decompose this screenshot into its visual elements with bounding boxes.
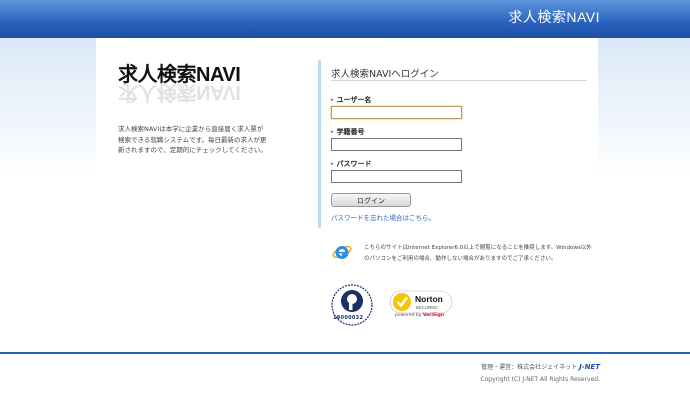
norton-label: Norton [415, 294, 443, 304]
privacy-mark-number: 19000032 [333, 315, 364, 321]
internet-explorer-icon [332, 245, 352, 259]
triangle-bullet-icon: ▸ [331, 97, 334, 103]
browser-notice: こちらのサイトはInternet Explorer6.0以上で閲覧になることを推… [364, 245, 592, 262]
triangle-bullet-icon: ▸ [331, 161, 334, 167]
username-label: ▸ ユーザー名 [331, 96, 372, 104]
login-title-underline [331, 80, 587, 81]
site-logo-reflection: 求人検索NAVI [118, 81, 241, 103]
password-label: ▸ パスワード [331, 160, 372, 168]
jnet-logo: J-NET [579, 363, 600, 371]
norton-powered-by: powered by VeriSign [395, 313, 445, 318]
login-button[interactable]: ログイン [331, 193, 411, 207]
forgot-password-link[interactable]: パスワードを忘れた場合はこちら。 [331, 212, 435, 222]
triangle-bullet-icon: ▸ [331, 129, 334, 135]
footer-divider [0, 352, 690, 354]
login-title: 求人検索NAVIへログイン [331, 69, 439, 80]
footer-copyright: Copyright (C) J-NET All Rights Reserved. [480, 376, 600, 383]
student-id-label: ▸ 学籍番号 [331, 128, 365, 136]
norton-secured-label: SECURED [416, 305, 439, 310]
site-description: 求人検索NAVIは本学に企業から直接届く求人票が検索できる就職システムです。毎日… [118, 125, 267, 154]
student-id-input[interactable] [331, 138, 462, 151]
password-input[interactable] [331, 170, 462, 183]
username-input[interactable] [331, 106, 462, 119]
footer-admin: 管理・運営：株式会社ジェイネット J-NET [481, 363, 600, 371]
header-bar: 求人検索NAVI [0, 0, 690, 38]
header-title: 求人検索NAVI [508, 9, 600, 25]
form-divider [318, 60, 321, 228]
